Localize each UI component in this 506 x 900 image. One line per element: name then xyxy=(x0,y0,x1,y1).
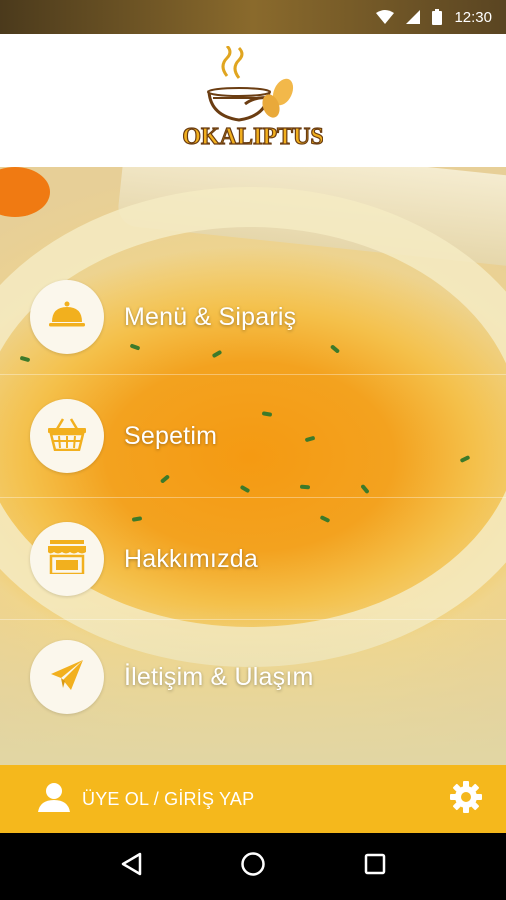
status-bar: 12:30 xyxy=(0,0,506,34)
android-nav-bar xyxy=(0,833,506,900)
user-icon xyxy=(38,782,70,817)
login-register-button[interactable]: ÜYE OL / GİRİŞ YAP xyxy=(38,782,254,817)
cell-signal-icon xyxy=(406,10,421,24)
menu-item-label: İletişim & Ulaşım xyxy=(124,662,314,691)
home-button[interactable] xyxy=(233,847,273,887)
settings-button[interactable] xyxy=(450,780,482,818)
okaliptus-logo: OKALIPTUS xyxy=(182,44,324,156)
menu-item-label: Hakkımızda xyxy=(124,544,258,573)
menu-icon-circle xyxy=(30,280,104,354)
menu-item-cart[interactable]: Sepetim xyxy=(30,399,217,473)
recents-square-icon xyxy=(364,853,386,880)
logo-text: OKALIPTUS xyxy=(183,124,323,150)
bottom-bar: ÜYE OL / GİRİŞ YAP xyxy=(0,765,506,833)
store-icon xyxy=(47,539,87,579)
menu-item-contact[interactable]: İletişim & Ulaşım xyxy=(30,640,314,714)
menu-icon-circle xyxy=(30,522,104,596)
back-triangle-icon xyxy=(120,852,142,881)
battery-icon xyxy=(432,9,443,25)
home-circle-icon xyxy=(240,851,266,882)
hero-soup-image: Menü & Sipariş Sepetim Hakkımızda İletiş… xyxy=(0,167,506,765)
menu-item-about[interactable]: Hakkımızda xyxy=(30,522,258,596)
menu-item-menu-order[interactable]: Menü & Sipariş xyxy=(30,280,296,354)
menu-icon-circle xyxy=(30,399,104,473)
app-header: OKALIPTUS xyxy=(0,34,506,167)
status-time: 12:30 xyxy=(454,8,492,26)
menu-item-label: Menü & Sipariş xyxy=(124,302,297,331)
herb-sprinkle xyxy=(299,484,311,490)
back-button[interactable] xyxy=(111,847,151,887)
paper-plane-icon xyxy=(49,658,85,697)
menu-divider xyxy=(0,619,506,620)
menu-divider xyxy=(0,374,506,375)
login-register-label: ÜYE OL / GİRİŞ YAP xyxy=(82,788,255,809)
wifi-icon xyxy=(376,10,395,24)
gear-icon xyxy=(450,780,482,817)
recents-button[interactable] xyxy=(355,847,395,887)
menu-item-label: Sepetim xyxy=(124,421,218,450)
basket-icon xyxy=(47,417,87,456)
carrot-decoration xyxy=(0,167,50,217)
menu-divider xyxy=(0,497,506,498)
food-cloche-icon xyxy=(49,300,85,335)
menu-icon-circle xyxy=(30,640,104,714)
